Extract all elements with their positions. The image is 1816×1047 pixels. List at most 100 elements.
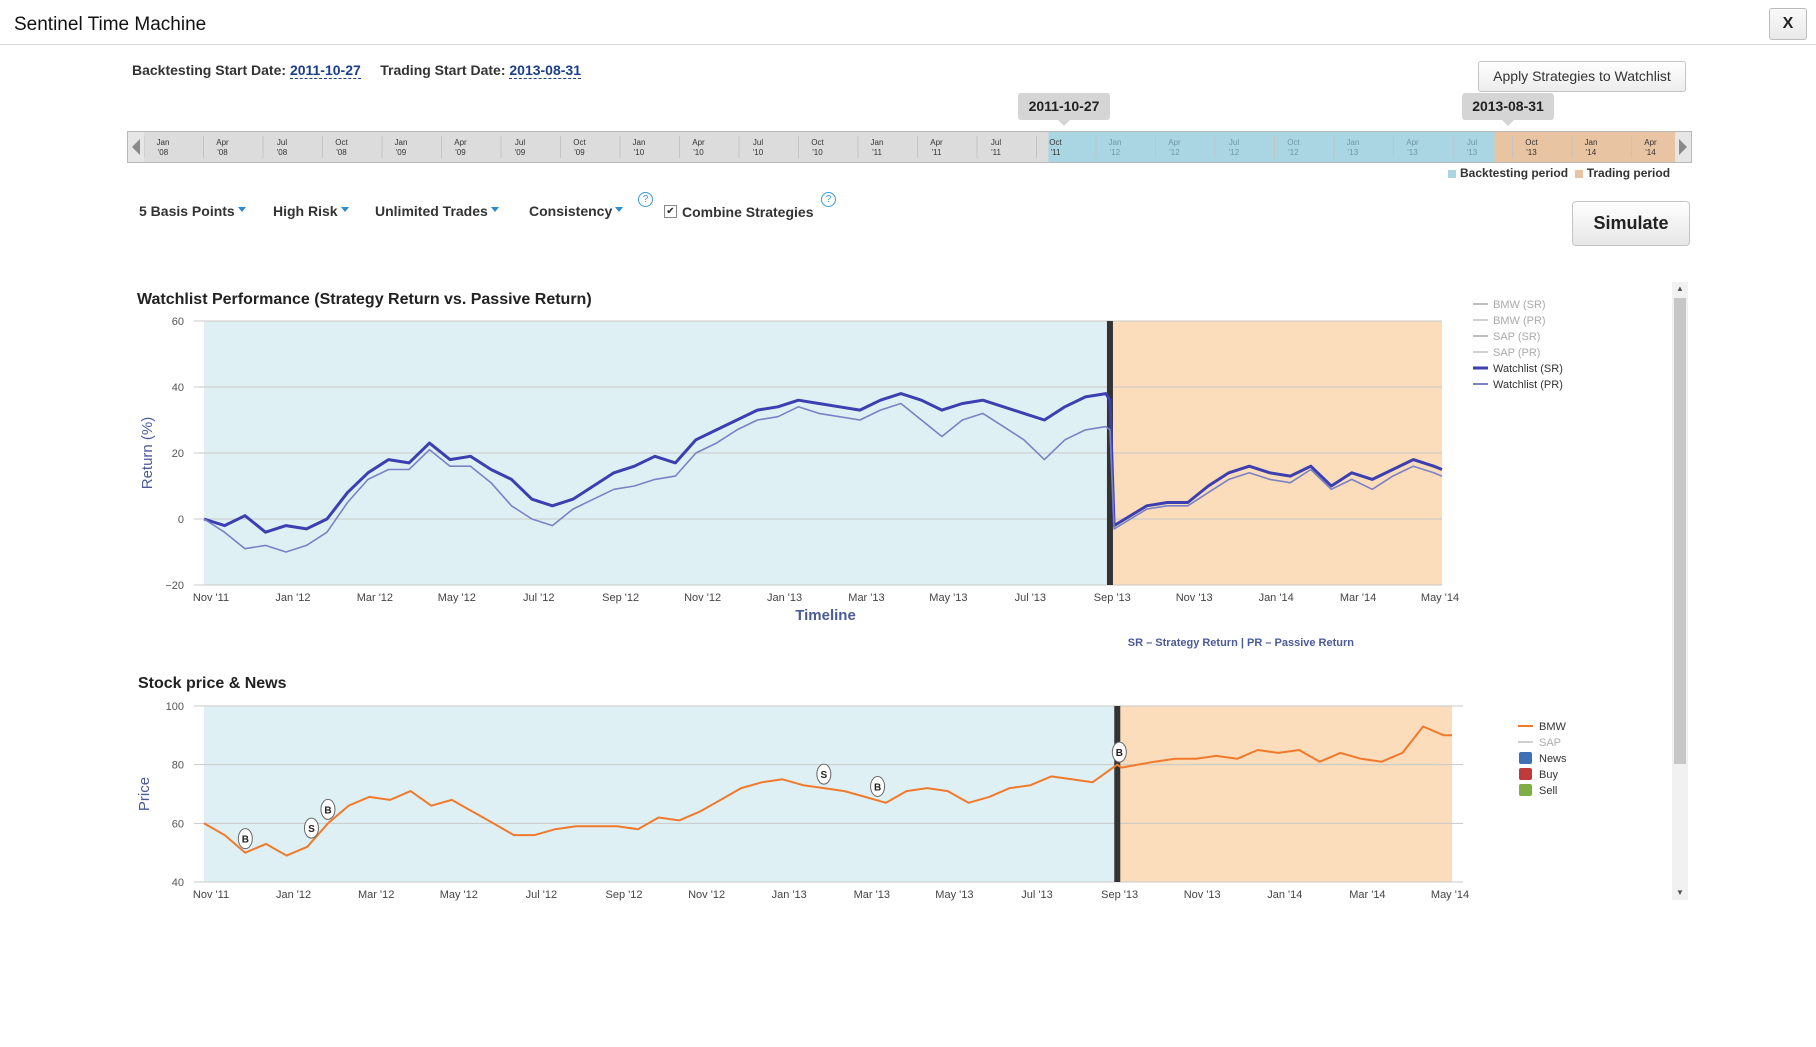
- timeline-tick-year: '13: [1407, 148, 1418, 157]
- chart-footnote: SR – Strategy Return | PR – Passive Retu…: [1128, 637, 1354, 649]
- timeline-tick-month: Oct: [573, 138, 586, 147]
- timeline-tick-month: Apr: [216, 138, 229, 147]
- timeline-tick-month: Apr: [454, 138, 467, 147]
- timeline-tick-year: '08: [277, 148, 288, 157]
- x-tick-label: Nov '11: [193, 889, 229, 901]
- timeline-tick-month: Jan: [1347, 138, 1360, 147]
- timeline-tick-month: Apr: [1406, 138, 1419, 147]
- trading-period-label: Trading period: [1586, 166, 1671, 180]
- y-tick-label: 100: [166, 701, 184, 713]
- timeline-slider[interactable]: Jan '08 Apr '08 Jul '08 Oct '08 Jan '09 Apr '09 Jul '…: [127, 131, 1692, 163]
- x-tick-label: Nov '13: [1176, 592, 1213, 604]
- x-tick-label: Nov '13: [1184, 889, 1221, 901]
- timeline-tick-year: '08: [336, 148, 347, 157]
- legend-swatch: [1519, 768, 1532, 780]
- scroll-up-arrow[interactable]: ▲: [1672, 282, 1688, 296]
- simulate-button[interactable]: Simulate: [1572, 201, 1690, 246]
- trading-start-label: Trading Start Date:: [380, 62, 506, 78]
- x-tick-label: Jan '13: [767, 592, 802, 604]
- timeline-tick-year: '14: [1645, 148, 1656, 157]
- backtesting-swatch: [1448, 169, 1456, 178]
- legend-label: BMW: [1539, 721, 1567, 733]
- x-tick-label: Nov '11: [193, 592, 229, 604]
- legend-label: BMW (SR): [1493, 300, 1546, 311]
- timeline-tick-month: Jan: [633, 138, 646, 147]
- window-title: Sentinel Time Machine: [14, 14, 207, 35]
- timeline-tick-year: '09: [455, 148, 466, 157]
- timeline-tick-year: '10: [634, 148, 645, 157]
- timeline-right-arrow[interactable]: [1675, 132, 1691, 162]
- legend-label: News: [1539, 753, 1567, 765]
- transaction-cost-dropdown[interactable]: 5 Basis Points: [139, 203, 246, 219]
- legend-label: Watchlist (SR): [1493, 363, 1563, 375]
- timeline-tick-year: '14: [1586, 148, 1597, 157]
- y-tick-label: 60: [172, 818, 184, 830]
- timeline-tick-year: '10: [753, 148, 764, 157]
- backtesting-start-marker[interactable]: 2011-10-27: [1018, 93, 1110, 126]
- x-tick-label: Mar '14: [1340, 592, 1376, 604]
- timeline-tick-month: Oct: [1049, 138, 1062, 147]
- x-tick-label: Mar '13: [848, 592, 884, 604]
- trading-swatch: [1574, 169, 1583, 178]
- x-tick-label: Jul '13: [1021, 889, 1052, 901]
- scrollbar-thumb[interactable]: [1674, 298, 1686, 764]
- performance-chart: 60 40 20 0 −20 Nov '11 Jan '12 Mar '12 May '12 Ju…: [139, 300, 1563, 649]
- legend-label: BMW (PR): [1493, 315, 1546, 327]
- x-tick-label: Nov '12: [684, 592, 721, 604]
- chevron-down-icon: [615, 206, 624, 212]
- x-tick-label: Jan '12: [276, 889, 311, 901]
- backtesting-start-date[interactable]: 2011-10-27: [289, 62, 361, 79]
- close-button[interactable]: X: [1769, 8, 1807, 40]
- y-axis-label: Price: [136, 777, 153, 811]
- trading-start-date[interactable]: 2013-08-31: [509, 62, 581, 79]
- x-tick-label: Jul '12: [526, 889, 557, 901]
- apply-strategies-button[interactable]: Apply Strategies to Watchlist: [1478, 61, 1686, 92]
- x-tick-label: May '13: [929, 592, 967, 604]
- backtesting-region: [204, 706, 1118, 882]
- legend-label: SAP (PR): [1493, 347, 1540, 359]
- title-bar: Sentinel Time Machine X: [0, 0, 1816, 45]
- timeline-tick-month: Apr: [1168, 138, 1181, 147]
- y-tick-label: 20: [172, 448, 184, 460]
- timeline-tick-month: Jan: [157, 138, 170, 147]
- risk-dropdown[interactable]: High Risk: [273, 203, 349, 219]
- legend-label: Sell: [1539, 785, 1557, 797]
- x-tick-label: Mar '14: [1349, 889, 1385, 901]
- sell-flag-label: S: [821, 770, 828, 781]
- timeline-tick-year: '11: [991, 148, 1001, 157]
- timeline-tick-year: '12: [1110, 148, 1121, 157]
- legend-label: SAP: [1539, 737, 1561, 749]
- chevron-down-icon: [340, 206, 349, 212]
- timeline-tick-month: Jan: [871, 138, 884, 147]
- sell-flag-label: S: [308, 824, 315, 835]
- trading-region: [1117, 706, 1452, 882]
- timeline-tick-month: Jul: [753, 138, 763, 147]
- y-tick-label: 60: [172, 316, 184, 328]
- trades-dropdown[interactable]: Unlimited Trades: [375, 203, 499, 219]
- legend-label: Watchlist (PR): [1493, 379, 1563, 391]
- timeline-tick-year: '08: [217, 148, 228, 157]
- combine-help-icon[interactable]: ?: [821, 192, 836, 207]
- timeline-tick-year: '13: [1467, 148, 1478, 157]
- combine-strategies-checkbox[interactable]: ✔: [664, 205, 677, 218]
- timeline-tick-year: '12: [1229, 148, 1240, 157]
- mode-dropdown[interactable]: Consistency: [529, 203, 624, 219]
- timeline-tick-year: '10: [693, 148, 704, 157]
- timeline-tick-month: Apr: [692, 138, 705, 147]
- timeline-tick-year: '08: [158, 148, 169, 157]
- legend-swatch: [1519, 784, 1532, 796]
- timeline-tick-month: Oct: [811, 138, 824, 147]
- trading-start-marker[interactable]: 2013-08-31: [1462, 93, 1554, 126]
- x-tick-label: May '12: [440, 889, 478, 901]
- mode-help-icon[interactable]: ?: [638, 192, 653, 207]
- scroll-down-arrow[interactable]: ▼: [1672, 886, 1688, 900]
- x-tick-label: Sep '13: [1094, 592, 1131, 604]
- timeline-tick-month: Jan: [1585, 138, 1598, 147]
- y-tick-label: 40: [172, 382, 184, 394]
- legend-swatch: [1519, 752, 1532, 764]
- timeline-tick-year: '12: [1288, 148, 1299, 157]
- timeline-tick-year: '13: [1526, 148, 1537, 157]
- x-tick-label: Mar '13: [854, 889, 890, 901]
- timeline-tick-month: Jan: [395, 138, 408, 147]
- timeline-left-arrow[interactable]: [128, 132, 144, 162]
